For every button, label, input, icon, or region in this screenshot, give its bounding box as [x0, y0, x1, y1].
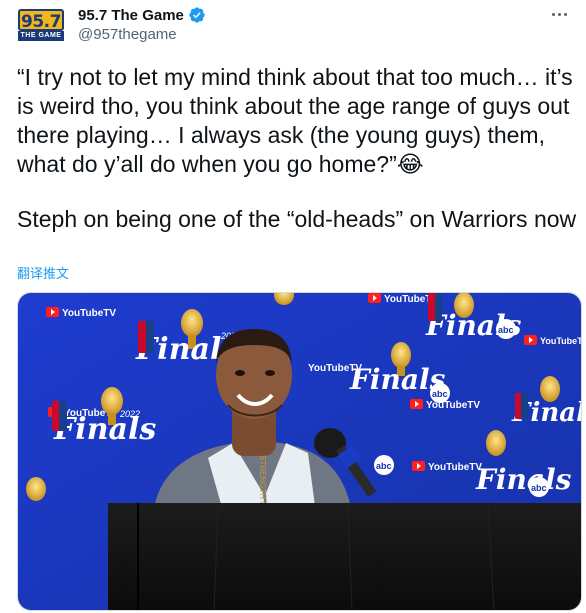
press-table	[108, 503, 581, 610]
user-info: 95.7 The Game @957thegame	[78, 5, 206, 43]
svg-text:abc: abc	[376, 461, 392, 471]
svg-text:abc: abc	[432, 389, 448, 399]
svg-text:Finals: Finals	[53, 412, 156, 447]
tweet-media-image[interactable]: YouTubeTV YouTubeTV YouTubeTV YouTubeTV	[17, 292, 582, 611]
nba-logo	[138, 321, 154, 353]
svg-text:Finals: Finals	[475, 463, 572, 496]
handle[interactable]: @957thegame	[78, 26, 206, 43]
translate-tweet-link[interactable]: 翻译推文	[17, 263, 69, 282]
youtubetv-logo-text: YouTubeTV	[62, 308, 116, 319]
display-name-row: 95.7 The Game	[78, 5, 206, 25]
avatar-subtext: THE GAME	[18, 31, 64, 41]
avatar-number: 95.7	[18, 9, 64, 32]
abc-logo: abc	[496, 319, 516, 339]
more-options-icon[interactable]	[544, 4, 574, 24]
tweet-text-caption: Steph on being one of the “old-heads” on…	[17, 206, 577, 232]
display-name[interactable]: 95.7 The Game	[78, 7, 184, 24]
verified-badge-icon	[189, 7, 205, 23]
svg-text:YouTubeTV: YouTubeTV	[540, 336, 582, 346]
svg-text:abc: abc	[531, 483, 547, 493]
press-conference-photo: YouTubeTV YouTubeTV YouTubeTV YouTubeTV	[18, 293, 582, 610]
avatar[interactable]: 95.7 THE GAME	[17, 9, 65, 43]
tweet-text-quote: “I try not to let my mind think about th…	[17, 64, 573, 177]
svg-text:2022: 2022	[119, 409, 140, 419]
svg-text:abc: abc	[498, 325, 514, 335]
svg-text:YouTubeTV: YouTubeTV	[428, 462, 482, 473]
svg-text:YouTubeTV: YouTubeTV	[426, 400, 480, 411]
tweet: 95.7 THE GAME 95.7 The Game @957thegame …	[0, 0, 586, 613]
